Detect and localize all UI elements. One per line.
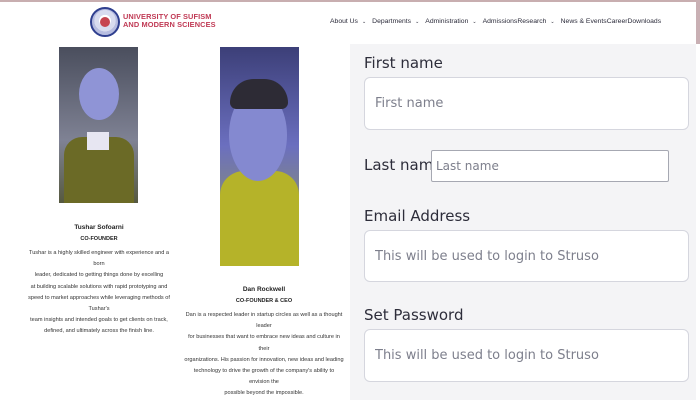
team-photo-1 (59, 47, 138, 203)
email-input[interactable] (375, 231, 688, 281)
nav-label: About Us (330, 18, 358, 25)
password-label: Set Password (364, 306, 464, 324)
bio-line: at building scalable solutions with rapi… (30, 283, 168, 290)
team-member-name: Dan Rockwell (242, 286, 286, 293)
nav-label: Administration (425, 18, 469, 25)
last-name-input[interactable] (436, 151, 668, 181)
bio-line: Tushar is a highly skilled engineer with… (28, 250, 170, 268)
photo-1-head (79, 68, 119, 120)
bio-line: defined, and ultimately across the finis… (44, 328, 154, 335)
chevron-down-icon: ⌄ (415, 19, 420, 25)
photo-2-hair (230, 79, 288, 109)
brand-line-2: AND MODERN SCIENCES (123, 20, 216, 29)
bio-line: speed to market approaches while leverag… (28, 294, 170, 313)
chevron-down-icon: ⌄ (550, 19, 555, 25)
first-name-field-wrapper (364, 77, 689, 130)
password-input[interactable] (375, 330, 688, 381)
photo-2-body (220, 171, 299, 266)
bio-line: possible beyond the impossible. (224, 390, 304, 397)
first-name-label: First name (364, 54, 443, 72)
team-member-bio: Dan is a respected leader in startup cir… (184, 310, 344, 400)
email-field-wrapper (364, 230, 689, 282)
header-top-line (0, 0, 700, 2)
bio-line: organizations. His passion for innovatio… (184, 356, 344, 363)
team-section: Tushar Sofoarni CO-FOUNDER Tushar is a h… (0, 44, 350, 400)
last-name-field-wrapper (431, 150, 669, 182)
nav-label: News & EventsCareerDownloads (560, 18, 662, 25)
nav-label: Departments (372, 18, 412, 25)
team-member-role: CO-FOUNDER (80, 236, 118, 242)
signup-form: First name Last name Email Address Set P… (350, 44, 696, 400)
team-member-1: Tushar Sofoarni CO-FOUNDER Tushar is a h… (24, 224, 174, 338)
team-member-role: CO-FOUNDER & CEO (235, 298, 293, 304)
bio-line: team insights and intended goals to get … (30, 317, 168, 324)
nav-item-admissions-research[interactable]: AdmissionsResearch ⌄ (483, 18, 558, 25)
password-field-wrapper (364, 329, 689, 382)
team-member-2: Dan Rockwell CO-FOUNDER & CEO Dan is a r… (184, 286, 344, 400)
bio-line: leader, dedicated to getting things done… (34, 272, 164, 279)
team-member-name: Tushar Sofoarni (74, 224, 124, 231)
nav-item-administration[interactable]: Administration ⌄ (425, 18, 479, 25)
nav-item-news-events-career-downloads[interactable]: News & EventsCareerDownloads (561, 18, 665, 25)
team-member-bio: Tushar is a highly skilled engineer with… (24, 248, 174, 338)
team-photo-2 (220, 47, 299, 266)
bio-line: technology to drive the growth of the co… (193, 368, 335, 386)
email-label: Email Address (364, 207, 471, 225)
logo-seal-icon (100, 17, 110, 27)
chevron-down-icon: ⌄ (361, 19, 367, 25)
photo-1-collar (87, 132, 109, 150)
nav-label: AdmissionsResearch (482, 18, 547, 25)
first-name-input[interactable] (375, 78, 688, 129)
site-header: UNIVERSITY OF SUFISM AND MODERN SCIENCES… (0, 0, 700, 44)
university-logo[interactable] (90, 7, 120, 37)
bio-line: for businesses that want to embrace new … (188, 334, 340, 352)
chevron-down-icon: ⌄ (472, 19, 477, 25)
nav-item-about-us[interactable]: About Us ⌄ (330, 18, 369, 25)
header-edge-bar (696, 0, 700, 44)
bio-line: Dan is a respected leader in startup cir… (185, 312, 343, 330)
main-nav: About Us ⌄ Departments ⌄ Administration ⌄ A… (330, 18, 667, 25)
brand-name[interactable]: UNIVERSITY OF SUFISM AND MODERN SCIENCES (123, 13, 216, 29)
nav-item-departments[interactable]: Departments ⌄ (372, 18, 422, 25)
